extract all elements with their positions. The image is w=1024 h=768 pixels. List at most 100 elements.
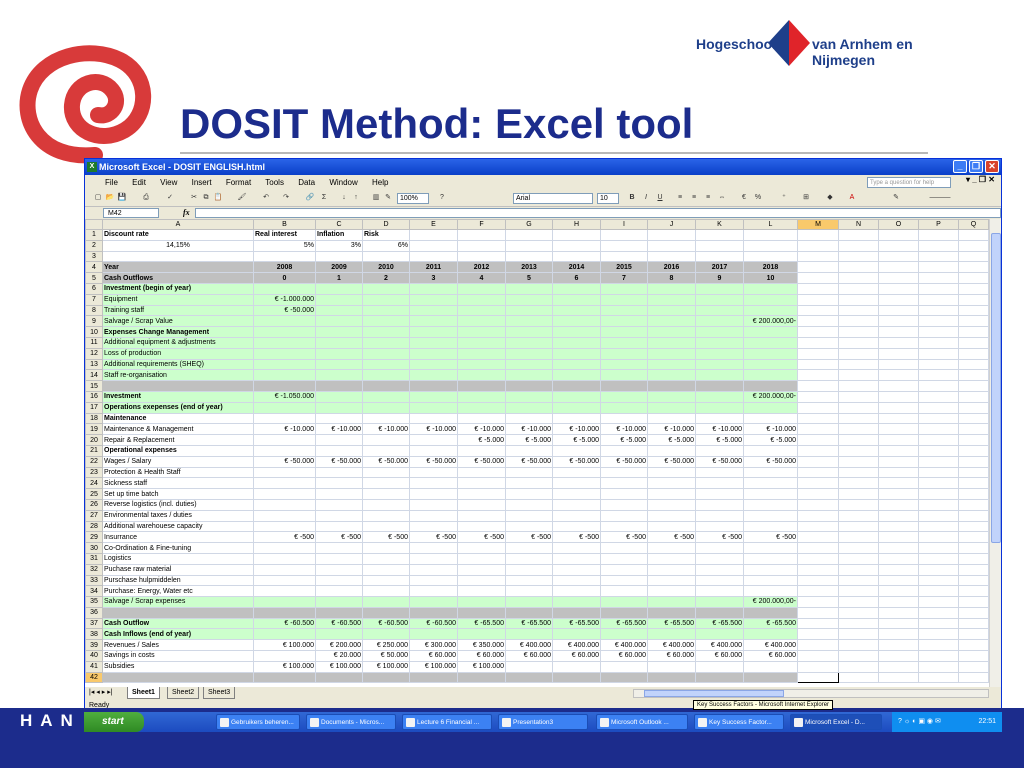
cell[interactable] [743,358,798,371]
cell[interactable]: € -500 [743,531,798,544]
cell[interactable] [958,606,989,619]
cell[interactable] [743,585,798,598]
column-header[interactable]: I [600,219,648,230]
row-header[interactable]: 2 [85,239,103,252]
cell[interactable] [409,347,458,360]
cell[interactable] [315,477,363,490]
cell[interactable] [838,660,879,673]
cell[interactable]: € -500 [409,531,458,544]
cell[interactable] [647,401,696,414]
cell[interactable] [838,239,879,252]
cell[interactable]: € 100.000 [457,660,506,673]
cell[interactable] [838,315,879,328]
cell[interactable] [315,520,363,533]
cell[interactable] [918,369,959,382]
cell[interactable] [797,606,839,619]
cell[interactable]: € -10.000 [505,423,553,436]
cell[interactable] [600,282,648,295]
task-button[interactable]: Lecture 6 Financial ... [402,714,492,730]
cell[interactable]: € -1.050.000 [253,390,316,403]
select-all-corner[interactable] [85,219,103,230]
cell[interactable] [695,229,744,241]
cell[interactable]: € 60.000 [600,650,648,662]
cell[interactable] [743,250,798,263]
cell[interactable] [918,250,959,263]
line-style-select[interactable]: ——— [915,193,965,203]
cell[interactable] [958,250,989,263]
cell[interactable] [878,336,919,349]
cell[interactable] [600,380,648,392]
cell[interactable]: € -50.000 [457,455,506,468]
cell[interactable] [878,444,919,457]
cell[interactable] [552,552,601,565]
row-header[interactable]: 9 [85,315,103,328]
cell[interactable] [838,369,879,382]
percent-icon[interactable]: % [753,193,763,203]
cell[interactable]: € 60.000 [409,650,458,662]
cell[interactable] [878,639,919,652]
row-header[interactable]: 35 [85,596,103,608]
cell[interactable] [918,466,959,479]
cell[interactable] [743,326,798,338]
row-header[interactable]: 27 [85,509,103,522]
cell[interactable]: € -10.000 [362,423,410,436]
cell[interactable] [958,434,989,446]
cell-label[interactable]: Expenses Change Management [102,326,254,338]
cell[interactable] [253,434,316,446]
cell[interactable]: € -10.000 [600,423,648,436]
sheet-tab-3[interactable]: Sheet3 [203,687,236,699]
cell[interactable] [878,412,919,425]
row-header[interactable]: 13 [85,358,103,371]
cell[interactable] [838,250,879,263]
cell[interactable] [918,585,959,598]
row-header[interactable]: 29 [85,531,103,544]
cell[interactable]: € -10.000 [315,423,363,436]
cell[interactable]: € -50.000 [505,455,553,468]
cell-label[interactable]: Discount rate [102,229,254,241]
cell[interactable] [457,671,506,684]
cell[interactable] [838,574,879,587]
cell[interactable]: € -500 [647,531,696,544]
cell[interactable] [552,282,601,295]
cell-label[interactable]: Logistics [102,552,254,565]
cell[interactable] [958,455,989,468]
row-header[interactable]: 30 [85,542,103,554]
cell[interactable] [958,509,989,522]
cell[interactable] [505,498,553,511]
cell[interactable] [457,628,506,641]
cell-label[interactable]: Cash Inflows (end of year) [102,628,254,641]
cell[interactable] [505,585,553,598]
column-header[interactable]: D [362,219,410,230]
cell[interactable] [878,455,919,468]
cell[interactable] [918,509,959,522]
cell[interactable] [362,304,410,317]
save-icon[interactable]: 💾 [117,193,127,203]
cell-label[interactable]: Repair & Replacement [102,434,254,446]
clock[interactable]: 22:51 [978,712,996,732]
cell[interactable] [253,380,316,392]
cell[interactable]: € -10.000 [743,423,798,436]
cell[interactable]: 2011 [409,261,458,274]
cell[interactable] [647,358,696,371]
cell[interactable] [552,628,601,641]
cut-icon[interactable]: ✂ [189,193,199,203]
cell[interactable] [878,423,919,436]
cell[interactable] [253,315,316,328]
cell[interactable] [743,606,798,619]
cell[interactable] [552,347,601,360]
cell[interactable] [918,455,959,468]
cell[interactable] [457,466,506,479]
cell[interactable] [695,552,744,565]
cell[interactable] [797,542,839,554]
cell[interactable] [600,542,648,554]
cell[interactable] [878,660,919,673]
cell[interactable] [918,520,959,533]
cell[interactable] [838,293,879,306]
cell[interactable] [958,423,989,436]
cell[interactable] [797,639,839,652]
cell[interactable] [552,574,601,587]
column-header[interactable]: J [647,219,696,230]
cell[interactable] [797,574,839,587]
cell[interactable] [315,380,363,392]
column-header[interactable]: K [695,219,744,230]
